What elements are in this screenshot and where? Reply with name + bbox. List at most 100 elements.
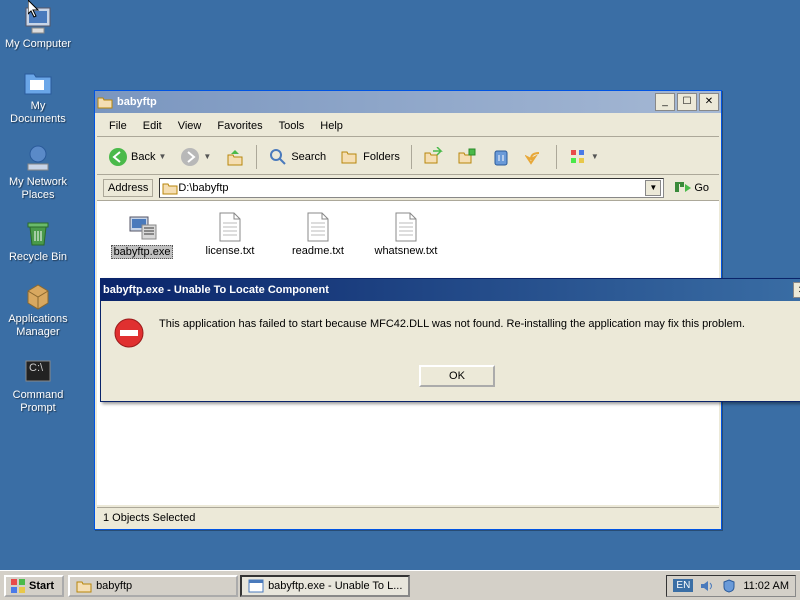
tray-shield-icon[interactable] — [721, 578, 737, 594]
explorer-menubar: File Edit View Favorites Tools Help — [97, 115, 719, 137]
file-label: whatsnew.txt — [373, 245, 440, 257]
file-label: readme.txt — [290, 245, 346, 257]
back-button[interactable]: Back ▼ — [103, 144, 171, 170]
svg-text:C:\: C:\ — [29, 362, 44, 374]
close-button[interactable]: ✕ — [699, 93, 719, 111]
taskbar-task-button[interactable]: babyftp — [68, 575, 238, 597]
dropdown-icon: ▼ — [158, 152, 166, 161]
start-button[interactable]: Start — [4, 575, 64, 597]
dropdown-icon: ▼ — [203, 152, 211, 161]
menu-edit[interactable]: Edit — [135, 118, 170, 134]
forward-arrow-icon — [180, 147, 200, 167]
folder-docs-icon — [22, 66, 54, 98]
desktop-icon-label: My Network Places — [4, 176, 72, 202]
menu-tools[interactable]: Tools — [271, 118, 313, 134]
dialog-close-button[interactable]: ✕ — [793, 282, 800, 298]
toolbar-separator — [556, 145, 557, 169]
minimize-button[interactable]: _ — [655, 93, 675, 111]
error-dialog: babyftp.exe - Unable To Locate Component… — [100, 278, 800, 402]
task-icon — [248, 578, 264, 594]
error-icon — [113, 317, 145, 349]
explorer-titlebar[interactable]: babyftp _ ☐ ✕ — [95, 91, 721, 113]
file-item[interactable]: license.txt — [195, 211, 265, 257]
go-button[interactable]: Go — [670, 177, 713, 199]
go-icon — [674, 179, 692, 197]
dropdown-icon: ▼ — [591, 152, 599, 161]
taskbar: Start babyftp babyftp.exe - Unable To L..… — [0, 570, 800, 600]
menu-file[interactable]: File — [101, 118, 135, 134]
exe-file-icon — [126, 211, 158, 243]
move-to-button[interactable] — [418, 144, 448, 170]
language-indicator[interactable]: EN — [673, 579, 693, 592]
toolbar-separator — [256, 145, 257, 169]
maximize-button[interactable]: ☐ — [677, 93, 697, 111]
menu-favorites[interactable]: Favorites — [209, 118, 270, 134]
desktop-icon-my-documents[interactable]: My Documents — [4, 66, 72, 126]
desktop-icon-command-prompt[interactable]: C:\ Command Prompt — [4, 355, 72, 415]
address-input[interactable] — [178, 182, 645, 194]
copy-to-button[interactable] — [452, 144, 482, 170]
up-button[interactable] — [220, 144, 250, 170]
explorer-title: babyftp — [117, 96, 655, 108]
menu-help[interactable]: Help — [312, 118, 351, 134]
address-dropdown-icon[interactable]: ▼ — [645, 180, 661, 196]
address-field[interactable]: ▼ — [159, 178, 664, 198]
folders-button[interactable]: Folders — [335, 144, 405, 170]
task-label: babyftp.exe - Unable To L... — [268, 580, 402, 592]
undo-icon — [525, 147, 545, 167]
task-icon — [76, 578, 92, 594]
dialog-titlebar[interactable]: babyftp.exe - Unable To Locate Component… — [101, 279, 800, 301]
clock[interactable]: 11:02 AM — [743, 580, 789, 592]
text-file-icon — [302, 211, 334, 243]
desktop-icon-label: My Documents — [4, 100, 72, 126]
desktop-icon-label: My Computer — [5, 38, 71, 51]
status-text: 1 Objects Selected — [103, 512, 195, 524]
file-item[interactable]: whatsnew.txt — [371, 211, 441, 257]
desktop-icon-applications-manager[interactable]: Applications Manager — [4, 279, 72, 339]
views-icon — [568, 147, 588, 167]
delete-button[interactable] — [486, 144, 516, 170]
folder-icon — [162, 180, 178, 196]
forward-button[interactable]: ▼ — [175, 144, 216, 170]
text-file-icon — [214, 211, 246, 243]
views-button[interactable]: ▼ — [563, 144, 604, 170]
task-label: babyftp — [96, 580, 132, 592]
file-label: babyftp.exe — [111, 245, 174, 259]
file-label: license.txt — [204, 245, 257, 257]
desktop-icon-network-places[interactable]: My Network Places — [4, 142, 72, 202]
folder-icon — [97, 94, 113, 110]
toolbar-separator — [411, 145, 412, 169]
desktop-icon-recycle-bin[interactable]: Recycle Bin — [4, 217, 72, 264]
undo-button[interactable] — [520, 144, 550, 170]
window-controls: _ ☐ ✕ — [655, 93, 719, 111]
up-folder-icon — [225, 147, 245, 167]
system-tray: EN 11:02 AM — [666, 575, 796, 597]
recycle-bin-icon — [22, 217, 54, 249]
ok-button[interactable]: OK — [419, 365, 495, 387]
address-label: Address — [103, 179, 153, 197]
desktop-icon-label: Command Prompt — [4, 389, 72, 415]
dialog-message: This application has failed to start bec… — [159, 317, 745, 331]
file-item[interactable]: readme.txt — [283, 211, 353, 257]
dialog-body: This application has failed to start bec… — [101, 301, 800, 365]
file-item[interactable]: babyftp.exe — [107, 211, 177, 259]
dialog-title: babyftp.exe - Unable To Locate Component — [103, 284, 793, 296]
computer-icon — [22, 4, 54, 36]
terminal-icon: C:\ — [22, 355, 54, 387]
taskbar-task-button[interactable]: babyftp.exe - Unable To L... — [240, 575, 410, 597]
taskbar-buttons: babyftp babyftp.exe - Unable To L... — [68, 575, 410, 597]
box-icon — [22, 279, 54, 311]
explorer-statusbar: 1 Objects Selected — [97, 507, 719, 527]
desktop-icon-label: Applications Manager — [4, 313, 72, 339]
folders-icon — [340, 147, 360, 167]
explorer-toolbar: Back ▼ ▼ Search Folders ▼ — [97, 139, 719, 175]
search-button[interactable]: Search — [263, 144, 331, 170]
address-bar: Address ▼ Go — [97, 175, 719, 201]
windows-logo-icon — [10, 578, 26, 594]
menu-view[interactable]: View — [170, 118, 210, 134]
network-icon — [22, 142, 54, 174]
volume-icon[interactable] — [699, 578, 715, 594]
desktop-icon-label: Recycle Bin — [9, 251, 67, 264]
desktop-icon-my-computer[interactable]: My Computer — [4, 4, 72, 51]
dialog-buttons: OK — [101, 365, 800, 401]
